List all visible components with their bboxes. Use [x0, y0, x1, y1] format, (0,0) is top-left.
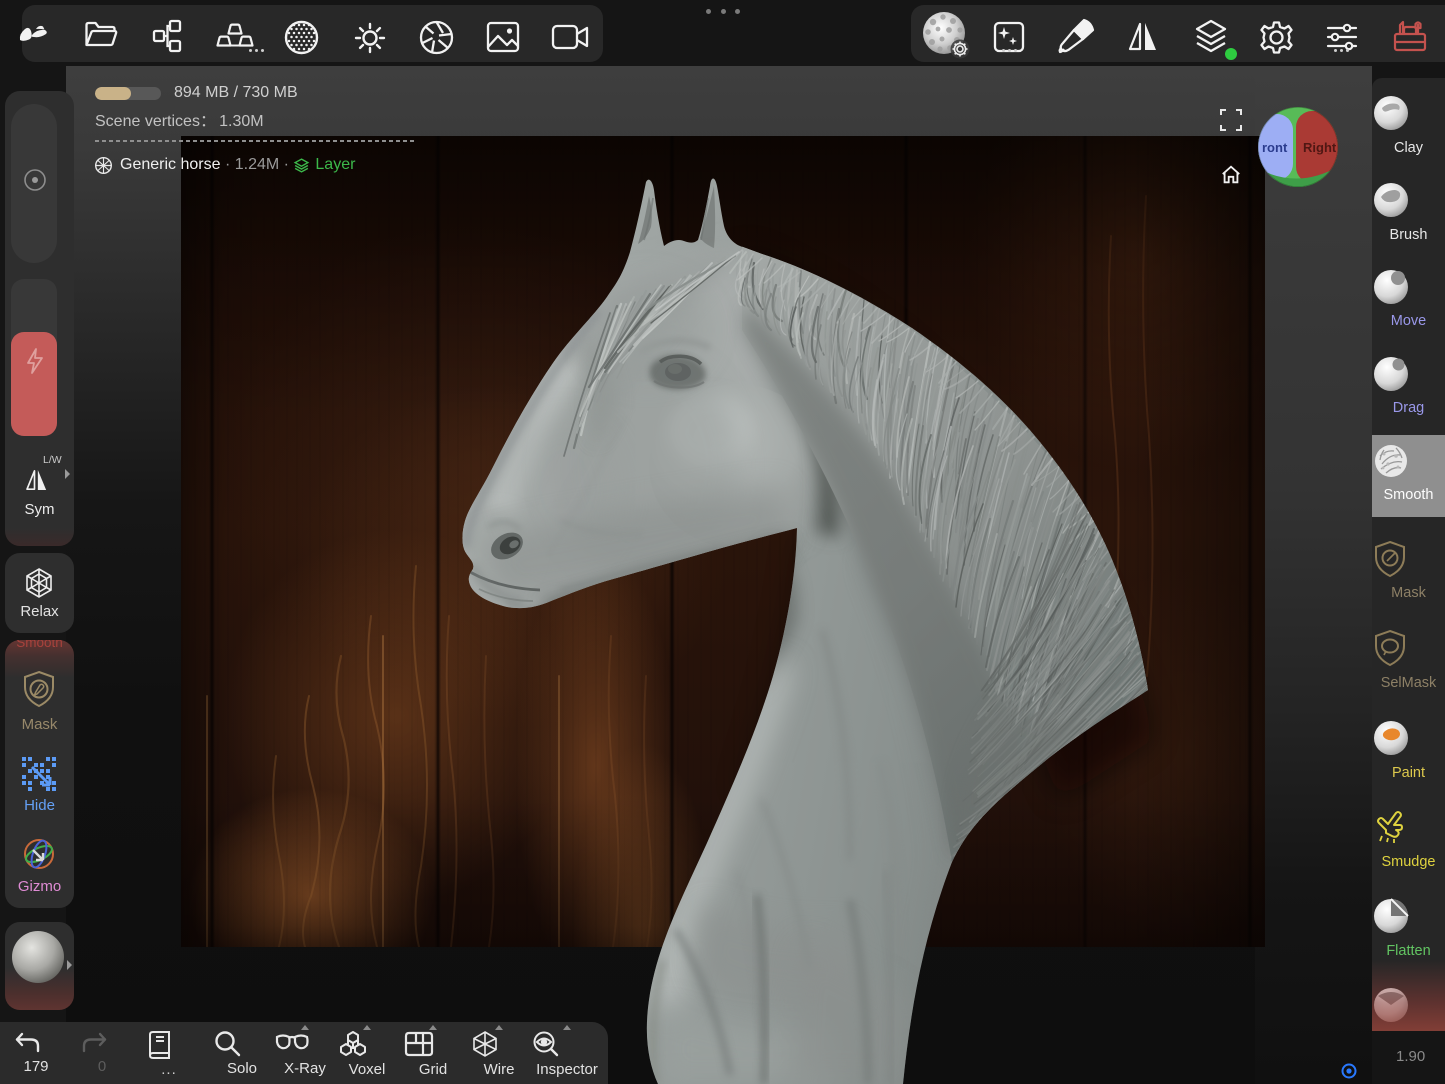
svg-text:Right: Right — [1303, 140, 1337, 155]
svg-text:ront: ront — [1262, 140, 1288, 155]
